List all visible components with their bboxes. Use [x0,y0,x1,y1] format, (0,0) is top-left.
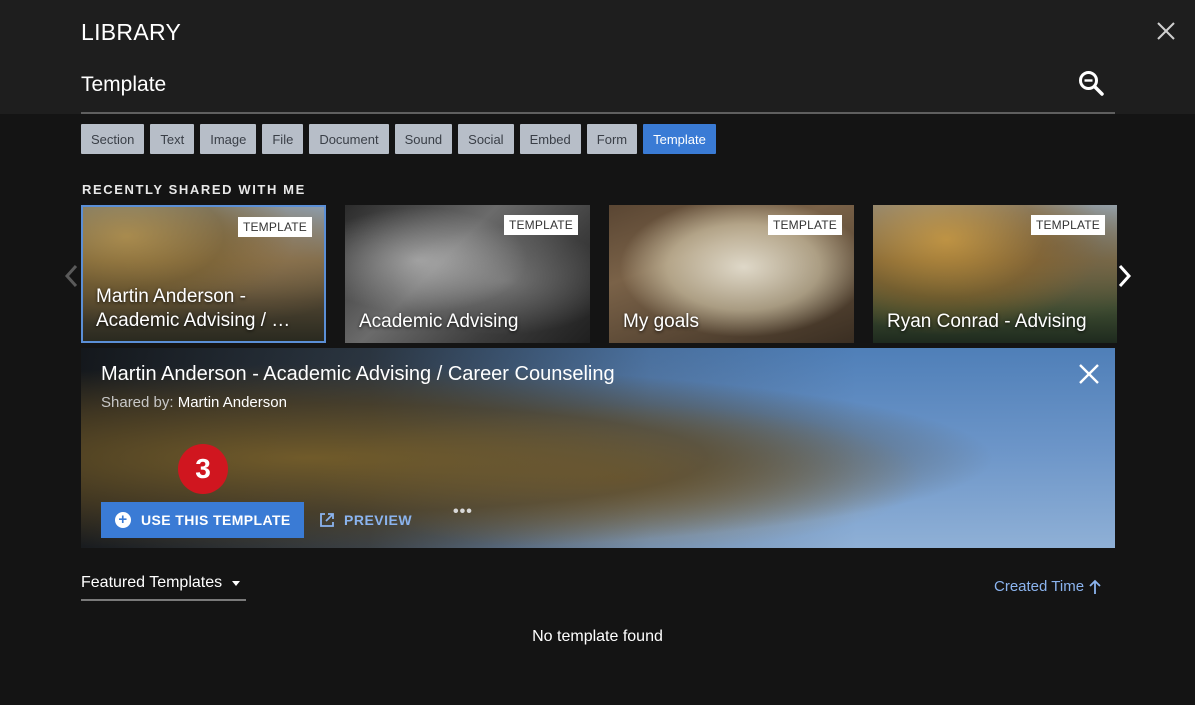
step-marker: 3 [178,444,228,494]
search-input[interactable] [81,68,1061,102]
chevron-right-icon[interactable] [1115,262,1135,290]
arrow-up-icon [1089,579,1101,594]
filter-file[interactable]: File [262,124,304,154]
shared-by-name: Martin Anderson [177,394,287,411]
library-title: LIBRARY [81,19,182,45]
shared-by-label: Shared by: [101,394,174,411]
template-badge: TEMPLATE [767,215,842,235]
template-badge: TEMPLATE [503,215,578,235]
template-card-academic-advising[interactable]: TEMPLATE Academic Advising [345,205,590,343]
close-icon[interactable] [1077,362,1101,386]
more-icon[interactable]: ••• [453,504,473,522]
filter-form[interactable]: Form [586,124,638,154]
shared-by: Shared by: Martin Anderson [101,394,287,411]
preview-button[interactable]: PREVIEW [319,509,412,531]
template-badge: TEMPLATE [1030,215,1105,235]
featured-templates-label: Featured Templates [81,574,223,591]
template-card-ryan-conrad[interactable]: TEMPLATE Ryan Conrad - Advising [873,205,1117,343]
chevron-left-icon[interactable] [61,262,81,290]
card-title: My goals [623,311,700,332]
open-external-icon [320,513,334,527]
featured-templates-select[interactable]: Featured Templates [81,574,246,601]
use-template-label: USE THIS TEMPLATE [141,512,291,528]
detail-title: Martin Anderson - Academic Advising / Ca… [101,363,615,385]
filter-image[interactable]: Image [200,124,257,154]
card-title: Martin Anderson - Academic Advising / … [96,286,291,331]
close-icon[interactable] [1153,18,1179,44]
filter-embed[interactable]: Embed [519,124,581,154]
created-time-sort[interactable]: Created Time [994,578,1102,595]
card-title: Ryan Conrad - Advising [887,311,1087,332]
filter-social[interactable]: Social [458,124,514,154]
template-detail-panel: Martin Anderson - Academic Advising / Ca… [81,348,1115,548]
template-card-my-goals[interactable]: TEMPLATE My goals [609,205,854,343]
filter-text[interactable]: Text [150,124,195,154]
card-title: Academic Advising [359,311,519,332]
empty-state-message: No template found [532,628,663,645]
chevron-down-icon [232,581,241,586]
filter-document[interactable]: Document [309,124,389,154]
type-filters: Section Text Image File Document Sound S… [81,124,716,154]
template-card-martin[interactable]: TEMPLATE Martin Anderson - Academic Advi… [81,205,326,343]
preview-label: PREVIEW [344,512,413,528]
recently-shared-heading: RECENTLY SHARED WITH ME [82,182,306,197]
filter-section[interactable]: Section [81,124,145,154]
add-circle-icon: + [115,512,131,528]
filter-template[interactable]: Template [643,124,716,154]
search-icon[interactable] [1077,69,1105,97]
template-badge: TEMPLATE [237,217,312,237]
filter-sound[interactable]: Sound [394,124,453,154]
created-time-label: Created Time [994,578,1085,595]
search-bar [81,62,1115,114]
use-template-button[interactable]: + USE THIS TEMPLATE [101,502,304,538]
